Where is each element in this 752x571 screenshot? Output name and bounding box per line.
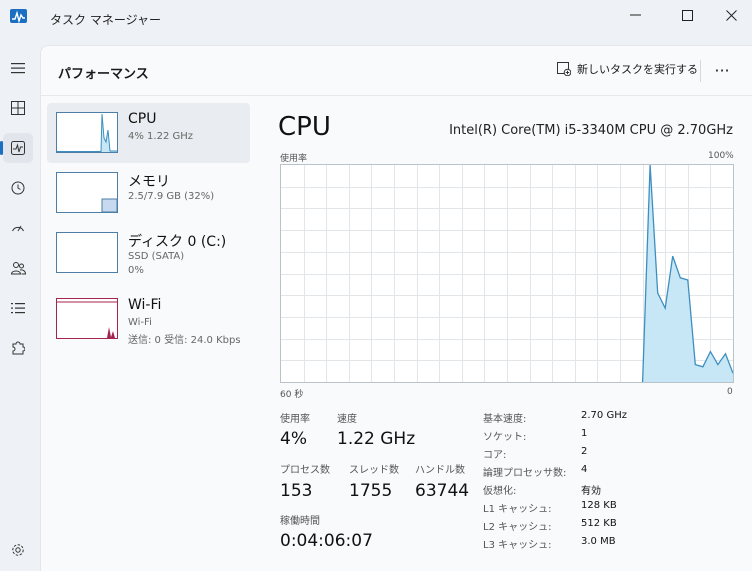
nav-details[interactable] [3, 293, 33, 323]
usage-label: 使用率 [280, 414, 310, 425]
spec-value: 1 [581, 428, 588, 439]
thread-count-value: 1755 [349, 481, 393, 501]
process-count-value: 153 [280, 481, 313, 501]
hamburger-menu-button[interactable] [3, 53, 33, 83]
window-title: タスク マネージャー [50, 13, 161, 27]
disk-thumbnail-graph [56, 232, 118, 273]
spec-value: 3.0 MB [581, 536, 616, 547]
spec-value: 有効 [581, 486, 601, 497]
perf-item-detail: 送信: 0 受信: 24.0 Kbps [128, 335, 241, 346]
usage-value: 4% [280, 429, 307, 449]
uptime-value: 0:04:06:07 [280, 531, 373, 551]
perf-item-disk[interactable]: ディスク 0 (C:) SSD (SATA) 0% [47, 223, 250, 283]
speed-label: 速度 [337, 414, 357, 425]
users-icon [10, 262, 26, 275]
spec-value: 128 KB [581, 500, 617, 511]
spec-label: ソケット: [483, 432, 527, 443]
speed-value: 1.22 GHz [337, 429, 416, 449]
cpu-thumbnail-graph [56, 112, 118, 153]
hamburger-icon [11, 63, 25, 74]
task-manager-app-icon [10, 9, 27, 23]
detail-title: CPU [278, 112, 331, 142]
run-new-task-label: 新しいタスクを実行する [577, 63, 698, 76]
wifi-thumbnail-graph [56, 298, 118, 339]
header-separator [41, 95, 752, 96]
title-bar: タスク マネージャー [0, 0, 752, 38]
nav-startup-apps[interactable] [3, 213, 33, 243]
spec-label: L3 キャッシュ: [483, 540, 552, 551]
page-title: パフォーマンス [58, 67, 149, 82]
nav-performance[interactable] [0, 133, 33, 163]
nav-processes[interactable] [3, 93, 33, 123]
cpu-usage-chart [281, 165, 733, 382]
perf-item-label: メモリ [128, 174, 170, 190]
minimize-button[interactable] [612, 0, 658, 30]
details-list-icon [11, 303, 25, 314]
memory-thumbnail-graph [56, 172, 118, 213]
performance-icon [11, 141, 25, 155]
graph-time-label: 60 秒 [280, 390, 304, 400]
graph-y-label: 使用率 [280, 154, 308, 164]
graph-max-label: 100% [708, 151, 734, 161]
startup-gauge-icon [12, 225, 24, 232]
gear-icon [12, 544, 24, 556]
services-puzzle-icon [12, 341, 25, 355]
run-new-task-button[interactable]: 新しいタスクを実行する [557, 61, 698, 77]
spec-label: コア: [483, 450, 507, 461]
cpu-usage-graph [280, 164, 734, 383]
perf-item-detail: 0% [128, 265, 144, 276]
close-button[interactable] [708, 0, 752, 30]
thread-count-label: スレッド数 [349, 465, 399, 476]
minimize-icon [629, 14, 641, 16]
perf-item-wifi[interactable]: Wi-Fi Wi-Fi 送信: 0 受信: 24.0 Kbps [47, 289, 250, 349]
new-task-icon [557, 62, 571, 76]
nav-app-history[interactable] [3, 173, 33, 203]
spec-label: L2 キャッシュ: [483, 522, 552, 533]
spec-value: 512 KB [581, 518, 617, 529]
more-icon: ··· [714, 60, 730, 80]
perf-item-label: ディスク 0 (C:) [128, 234, 227, 250]
maximize-button[interactable] [664, 0, 710, 30]
main-panel: パフォーマンス 新しいタスクを実行する ··· CPU 4% 1.22 GHz … [40, 45, 752, 571]
spec-value: 2 [581, 446, 588, 457]
spec-label: 仮想化: [483, 486, 517, 497]
perf-item-memory[interactable]: メモリ 2.5/7.9 GB (32%) [47, 163, 250, 223]
process-count-label: プロセス数 [280, 465, 330, 476]
close-icon [725, 9, 737, 21]
uptime-label: 稼働時間 [280, 516, 320, 527]
header-divider [700, 60, 701, 82]
perf-item-cpu[interactable]: CPU 4% 1.22 GHz [47, 103, 250, 163]
perf-item-label: CPU [128, 111, 157, 127]
perf-item-subtitle: Wi-Fi [128, 317, 152, 328]
settings-button[interactable] [3, 535, 33, 565]
spec-value: 4 [581, 464, 588, 475]
perf-item-subtitle: 4% 1.22 GHz [128, 131, 194, 142]
more-options-button[interactable]: ··· [707, 56, 737, 84]
processes-icon [11, 101, 25, 115]
history-icon [11, 181, 25, 195]
graph-min-label: 0 [727, 387, 733, 397]
spec-label: 論理プロセッサ数: [483, 468, 567, 479]
perf-item-label: Wi-Fi [128, 297, 162, 313]
spec-label: L1 キャッシュ: [483, 504, 552, 515]
maximize-icon [681, 9, 693, 21]
nav-services[interactable] [3, 333, 33, 363]
handle-count-value: 63744 [415, 481, 470, 501]
handle-count-label: ハンドル数 [415, 465, 465, 476]
spec-value: 2.70 GHz [581, 410, 627, 421]
spec-label: 基本速度: [483, 414, 527, 425]
perf-item-subtitle: SSD (SATA) [128, 251, 185, 262]
cpu-model-name: Intel(R) Core(TM) i5-3340M CPU @ 2.70GHz [449, 123, 733, 138]
nav-users[interactable] [3, 253, 33, 283]
perf-item-subtitle: 2.5/7.9 GB (32%) [128, 191, 215, 202]
